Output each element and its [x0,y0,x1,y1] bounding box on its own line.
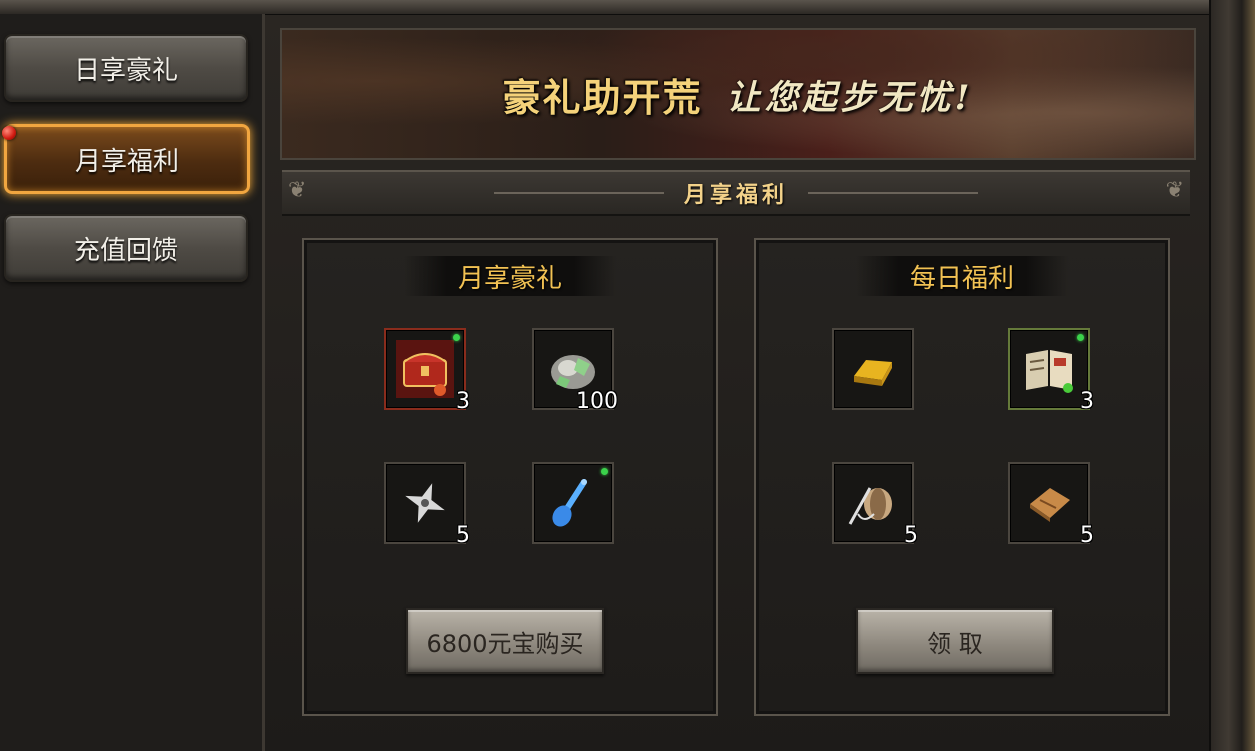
promo-banner: 豪礼助开荒 让您起步无忧! [280,28,1196,160]
divider-right [808,192,978,194]
item-count: 5 [456,523,470,548]
item-slot[interactable]: 100 [532,328,618,414]
item-count: 5 [904,523,918,548]
section-title: 月享福利 [683,182,788,208]
item-count: 100 [576,389,618,414]
item-count: 3 [1080,389,1094,414]
blue-flute-icon [552,479,587,527]
daily-welfare-panel: 每日福利 3 5 5 领 取 [754,238,1170,716]
treasure-chest-icon [396,340,454,398]
panel-title-bar: 每日福利 [856,256,1068,296]
panel-title: 月享豪礼 [457,263,562,294]
buy-with-yuanbao-button[interactable]: 6800元宝购买 [406,608,604,674]
sidebar-item-recharge-reward[interactable]: 充值回馈 [4,214,248,282]
panel-title-bar: 月享豪礼 [404,256,616,296]
new-indicator-icon [601,468,608,475]
divider-left [493,192,664,194]
item-count: 3 [456,389,470,414]
needle-thread-icon [848,487,892,525]
sidebar-item-label: 月享福利 [74,146,179,177]
item-slot[interactable]: 5 [1008,462,1094,548]
sidebar: 日享豪礼 月享福利 充值回馈 [0,14,265,751]
sidebar-item-daily-gift[interactable]: 日享豪礼 [4,34,248,102]
panel-title: 每日福利 [909,263,1014,294]
section-header: ❦ 月享福利 ❦ [282,170,1190,216]
item-slot[interactable]: 5 [384,462,470,548]
item-slot[interactable]: 3 [384,328,470,414]
window-top-border [0,0,1255,15]
banner-subtitle: 让您起步无忧! [726,77,974,118]
item-slot[interactable] [532,462,614,544]
sidebar-item-monthly-welfare[interactable]: 月享福利 [4,124,250,194]
flourish-left-icon: ❦ [288,178,307,203]
banner-title: 豪礼助开荒 [502,74,703,120]
gold-bar-icon [854,360,892,386]
item-slot[interactable] [832,328,914,410]
window-right-border [1209,0,1255,751]
new-indicator-icon [1077,334,1084,341]
item-slot[interactable]: 3 [1008,328,1094,414]
book-icon [1026,350,1073,393]
monthly-gift-panel: 月享豪礼 3 100 5 6800元宝购买 [302,238,718,716]
item-slot[interactable]: 5 [832,462,918,548]
scroll-icon [1030,488,1070,522]
sidebar-item-label: 日享豪礼 [73,55,178,86]
claim-button[interactable]: 领 取 [856,608,1054,674]
flourish-right-icon: ❦ [1165,178,1184,203]
sidebar-item-label: 充值回馈 [73,235,178,266]
shuriken-icon [405,483,445,523]
notification-dot-icon [2,126,16,140]
new-indicator-icon [453,334,460,341]
item-count: 5 [1080,523,1094,548]
